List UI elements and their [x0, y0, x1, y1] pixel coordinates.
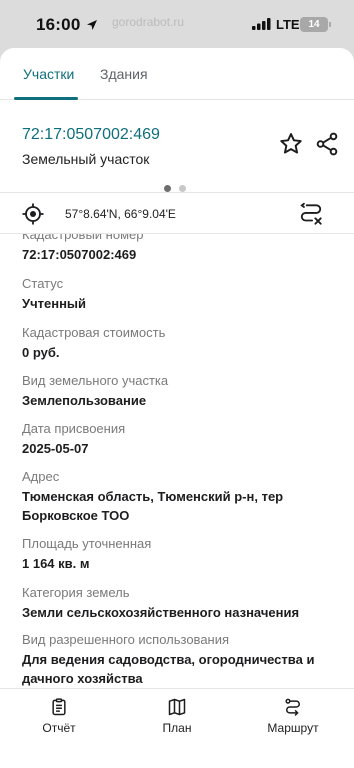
network-type: LTE	[276, 17, 300, 32]
location-arrow-icon	[86, 18, 98, 36]
share-icon[interactable]	[314, 131, 340, 157]
field-label: Статус	[22, 276, 64, 291]
parcel-fields: Кадастровый номер 72:17:0507002:469 Стат…	[0, 234, 354, 688]
field-value: Землепользование	[22, 393, 147, 408]
tab-bar: Участки Здания	[0, 48, 354, 100]
tab-buildings[interactable]: Здания	[100, 66, 148, 82]
field-value: 2025-05-07	[22, 441, 89, 456]
field-value: Земли сельскохозяйственного назначения	[22, 605, 300, 620]
nav-route-button[interactable]: Маршрут	[248, 697, 338, 735]
signal-icon	[252, 17, 272, 35]
field-permitted-use: Вид разрешенного использования Для веден…	[22, 631, 342, 688]
cadastral-number-link[interactable]: 72:17:0507002:469	[22, 126, 160, 144]
status-faded-text: gorodrabot.ru	[112, 15, 185, 29]
status-bar: 16:00 gorodrabot.ru LTE 14	[0, 0, 354, 48]
field-parcel-kind: Вид земельного участка Землепользование	[22, 372, 342, 410]
battery-icon: 14	[300, 17, 328, 32]
field-label: Площадь уточненная	[22, 536, 152, 551]
field-value: Учтенный	[22, 296, 87, 311]
field-area: Площадь уточненная 1 164 кв. м	[22, 535, 342, 573]
tab-parcels[interactable]: Участки	[23, 66, 74, 82]
target-icon[interactable]	[21, 202, 45, 226]
field-label: Дата присвоения	[22, 421, 126, 436]
star-icon[interactable]	[278, 131, 304, 157]
field-value: 1 164 кв. м	[22, 556, 90, 571]
route-cancel-icon[interactable]	[298, 201, 324, 227]
field-value: 72:17:0507002:469	[22, 247, 137, 262]
map-icon	[132, 697, 222, 717]
parcel-sheet: Участки Здания 72:17:0507002:469 Земельн…	[0, 48, 354, 768]
status-time: 16:00	[36, 15, 81, 34]
field-land-category: Категория земель Земли сельскохозяйствен…	[22, 584, 342, 622]
battery-tip	[329, 22, 331, 27]
parcel-type: Земельный участок	[22, 151, 150, 167]
field-assignment-date: Дата присвоения 2025-05-07	[22, 420, 342, 458]
field-label: Адрес	[22, 469, 60, 484]
nav-label: План	[162, 721, 192, 735]
field-cadastral-value: Кадастровая стоимость 0 руб.	[22, 324, 342, 362]
carousel-dot[interactable]	[164, 185, 171, 192]
field-value: 0 руб.	[22, 345, 60, 360]
field-label: Кадастровая стоимость	[22, 325, 166, 340]
bottom-nav: Отчёт План Маршрут	[0, 688, 354, 768]
field-status: Статус Учтенный	[22, 275, 342, 313]
route-icon	[248, 697, 338, 717]
field-label: Категория земель	[22, 585, 130, 600]
nav-plan-button[interactable]: План	[132, 697, 222, 735]
carousel-dot[interactable]	[179, 185, 186, 192]
field-value: Тюменская область, Тюменский р-н, тер Бо…	[22, 489, 284, 523]
field-value: Для ведения садоводства, огородничества …	[22, 652, 315, 686]
nav-label: Маршрут	[267, 721, 319, 735]
report-icon	[14, 697, 104, 717]
coordinates-bar: 57°8.64'N, 66°9.04'E	[0, 192, 354, 234]
field-label: Вид земельного участка	[22, 373, 169, 388]
field-label: Вид разрешенного использования	[22, 632, 230, 647]
field-cadastral-number: Кадастровый номер 72:17:0507002:469	[22, 234, 342, 264]
coordinates-text: 57°8.64'N, 66°9.04'E	[65, 207, 176, 221]
field-label: Кадастровый номер	[22, 234, 144, 242]
nav-report-button[interactable]: Отчёт	[14, 697, 104, 735]
field-address: Адрес Тюменская область, Тюменский р-н, …	[22, 468, 342, 525]
nav-label: Отчёт	[42, 721, 76, 735]
